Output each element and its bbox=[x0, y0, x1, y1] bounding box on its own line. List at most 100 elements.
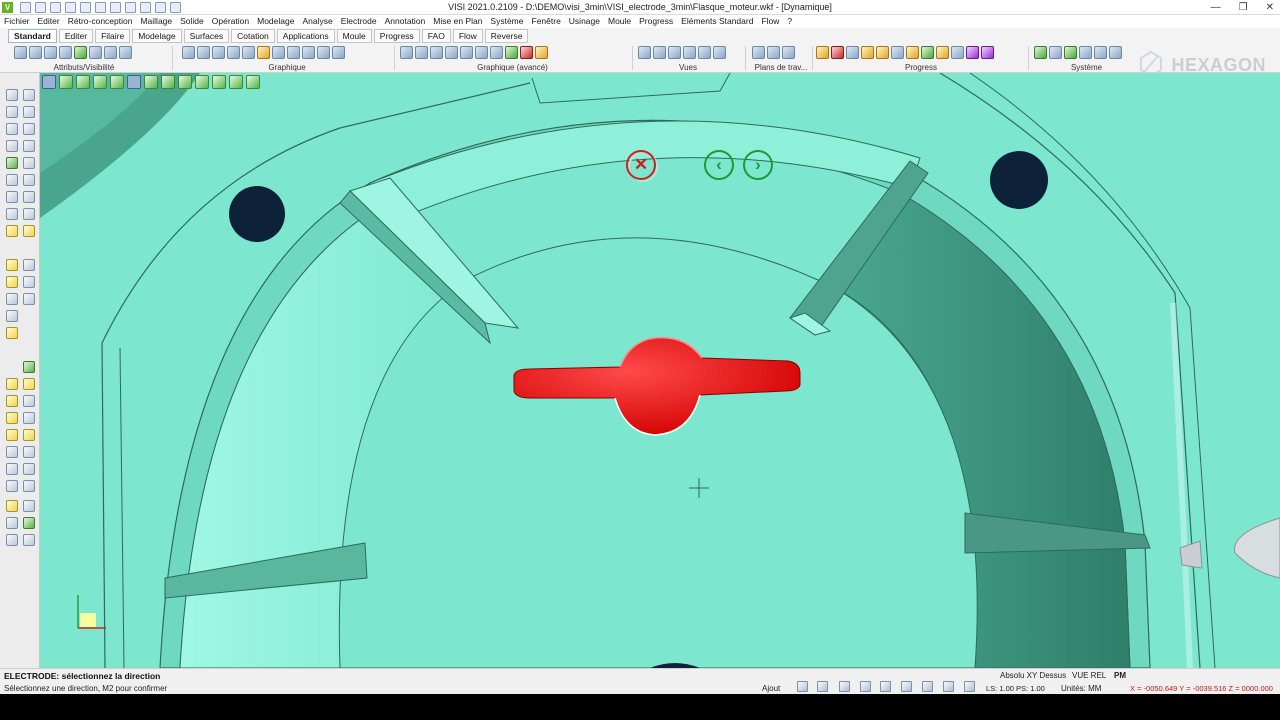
spring-icon[interactable] bbox=[23, 429, 35, 441]
wireframe-icon[interactable] bbox=[272, 46, 285, 59]
menu-mise-en-plan[interactable]: Mise en Plan bbox=[433, 15, 482, 28]
cube-top-icon[interactable] bbox=[161, 75, 175, 89]
folder-icon[interactable] bbox=[6, 225, 18, 237]
tab-moule[interactable]: Moule bbox=[336, 29, 372, 43]
system-config-icon[interactable] bbox=[1034, 46, 1047, 59]
ungroup-icon[interactable] bbox=[23, 208, 35, 220]
wire-point-icon[interactable] bbox=[6, 89, 18, 101]
view-mode[interactable]: Absolu XY Dessus bbox=[1000, 671, 1066, 680]
measure-icon[interactable] bbox=[6, 191, 18, 203]
die-icon[interactable] bbox=[846, 46, 859, 59]
menu-annotation[interactable]: Annotation bbox=[385, 15, 426, 28]
menu-maillage[interactable]: Maillage bbox=[140, 15, 172, 28]
plate-icon[interactable] bbox=[891, 46, 904, 59]
cut-icon[interactable] bbox=[936, 46, 949, 59]
rectangle-icon[interactable] bbox=[6, 429, 18, 441]
3d-viewport[interactable]: ✕ ‹ › bbox=[40, 73, 1280, 668]
select-all-icon[interactable] bbox=[119, 46, 132, 59]
wire-extend-icon[interactable] bbox=[23, 140, 35, 152]
arc-icon[interactable] bbox=[6, 276, 18, 288]
view-relative[interactable]: VUE REL bbox=[1072, 671, 1106, 680]
simulation-icon[interactable] bbox=[966, 46, 979, 59]
view-top-icon[interactable] bbox=[653, 46, 666, 59]
view-save-icon[interactable] bbox=[713, 46, 726, 59]
menu-fenetre[interactable]: Fenêtre bbox=[532, 15, 561, 28]
menu-systeme[interactable]: Système bbox=[490, 15, 523, 28]
tab-filaire[interactable]: Filaire bbox=[95, 29, 131, 43]
point-icon[interactable] bbox=[6, 412, 18, 424]
rotate-entity-icon[interactable] bbox=[23, 174, 35, 186]
status-tool-icon[interactable] bbox=[860, 681, 871, 692]
fillet-icon[interactable] bbox=[6, 293, 18, 305]
cube-back-icon[interactable] bbox=[229, 75, 243, 89]
status-tool-icon[interactable] bbox=[922, 681, 933, 692]
system-units-icon[interactable] bbox=[1094, 46, 1107, 59]
menu-elements-standard[interactable]: Eléments Standard bbox=[681, 15, 753, 28]
status-tool-icon[interactable] bbox=[880, 681, 891, 692]
menu-flow[interactable]: Flow bbox=[761, 15, 779, 28]
tab-reverse[interactable]: Reverse bbox=[484, 29, 529, 43]
menu-solide[interactable]: Solide bbox=[180, 15, 204, 28]
shaded-icon[interactable] bbox=[257, 46, 270, 59]
texture-icon[interactable] bbox=[445, 46, 458, 59]
redraw-icon[interactable] bbox=[302, 46, 315, 59]
circle-3pt-icon[interactable] bbox=[23, 395, 35, 407]
parallel-icon[interactable] bbox=[23, 534, 35, 546]
edit-icon[interactable] bbox=[6, 500, 18, 512]
status-tool-icon[interactable] bbox=[817, 681, 828, 692]
break-icon[interactable] bbox=[6, 534, 18, 546]
group-icon[interactable] bbox=[6, 208, 18, 220]
light-icon[interactable] bbox=[415, 46, 428, 59]
zoom-window-icon[interactable] bbox=[227, 46, 240, 59]
zoom-all-icon[interactable] bbox=[242, 46, 255, 59]
perspective-icon[interactable] bbox=[475, 46, 488, 59]
wire-offset-icon[interactable] bbox=[6, 123, 18, 135]
circle-center-icon[interactable] bbox=[6, 395, 18, 407]
status-tool-icon[interactable] bbox=[839, 681, 850, 692]
dimension-icon[interactable] bbox=[23, 191, 35, 203]
analysis-icon[interactable] bbox=[520, 46, 533, 59]
hamburger-menu-icon[interactable] bbox=[42, 75, 56, 89]
minimize-button[interactable]: — bbox=[1211, 0, 1221, 15]
text-icon[interactable] bbox=[6, 327, 18, 339]
zoom-icon[interactable] bbox=[182, 46, 195, 59]
array-icon[interactable] bbox=[6, 463, 18, 475]
cube-front-icon[interactable] bbox=[144, 75, 158, 89]
circle-icon[interactable] bbox=[23, 276, 35, 288]
polyline-icon[interactable] bbox=[6, 378, 18, 390]
split-icon[interactable] bbox=[23, 517, 35, 529]
unfold-icon[interactable] bbox=[861, 46, 874, 59]
view-iso-icon[interactable] bbox=[683, 46, 696, 59]
pan-icon[interactable] bbox=[197, 46, 210, 59]
window-select-icon[interactable] bbox=[93, 75, 107, 89]
view-custom-icon[interactable] bbox=[698, 46, 711, 59]
system-tools-icon[interactable] bbox=[1109, 46, 1122, 59]
surface-icon[interactable] bbox=[23, 157, 35, 169]
fog-icon[interactable] bbox=[490, 46, 503, 59]
restore-button[interactable]: ❐ bbox=[1239, 0, 1248, 15]
solid-icon[interactable] bbox=[6, 157, 18, 169]
grid-icon[interactable] bbox=[964, 681, 975, 692]
pattern-icon[interactable] bbox=[23, 446, 35, 458]
pm-indicator[interactable]: PM bbox=[1114, 671, 1126, 680]
tab-modelage[interactable]: Modelage bbox=[132, 29, 182, 43]
view-front-icon[interactable] bbox=[638, 46, 651, 59]
tab-flow[interactable]: Flow bbox=[452, 29, 483, 43]
menu-analyse[interactable]: Analyse bbox=[302, 15, 332, 28]
transform-icon[interactable] bbox=[6, 174, 18, 186]
hide-icon[interactable] bbox=[59, 46, 72, 59]
tab-progress[interactable]: Progress bbox=[373, 29, 420, 43]
menu-fichier[interactable]: Fichier bbox=[4, 15, 30, 28]
punch-icon[interactable] bbox=[831, 46, 844, 59]
show-icon[interactable] bbox=[74, 46, 87, 59]
status-tool-icon[interactable] bbox=[901, 681, 912, 692]
workplane-icon[interactable] bbox=[752, 46, 765, 59]
wire-mirror-icon[interactable] bbox=[6, 140, 18, 152]
tab-fao[interactable]: FAO bbox=[421, 29, 451, 43]
layer-icon[interactable] bbox=[14, 46, 27, 59]
stretch-icon[interactable] bbox=[23, 463, 35, 475]
status-tool-icon[interactable] bbox=[797, 681, 808, 692]
wire-copy-icon[interactable] bbox=[23, 123, 35, 135]
menu-usinage[interactable]: Usinage bbox=[569, 15, 600, 28]
pilot-icon[interactable] bbox=[951, 46, 964, 59]
